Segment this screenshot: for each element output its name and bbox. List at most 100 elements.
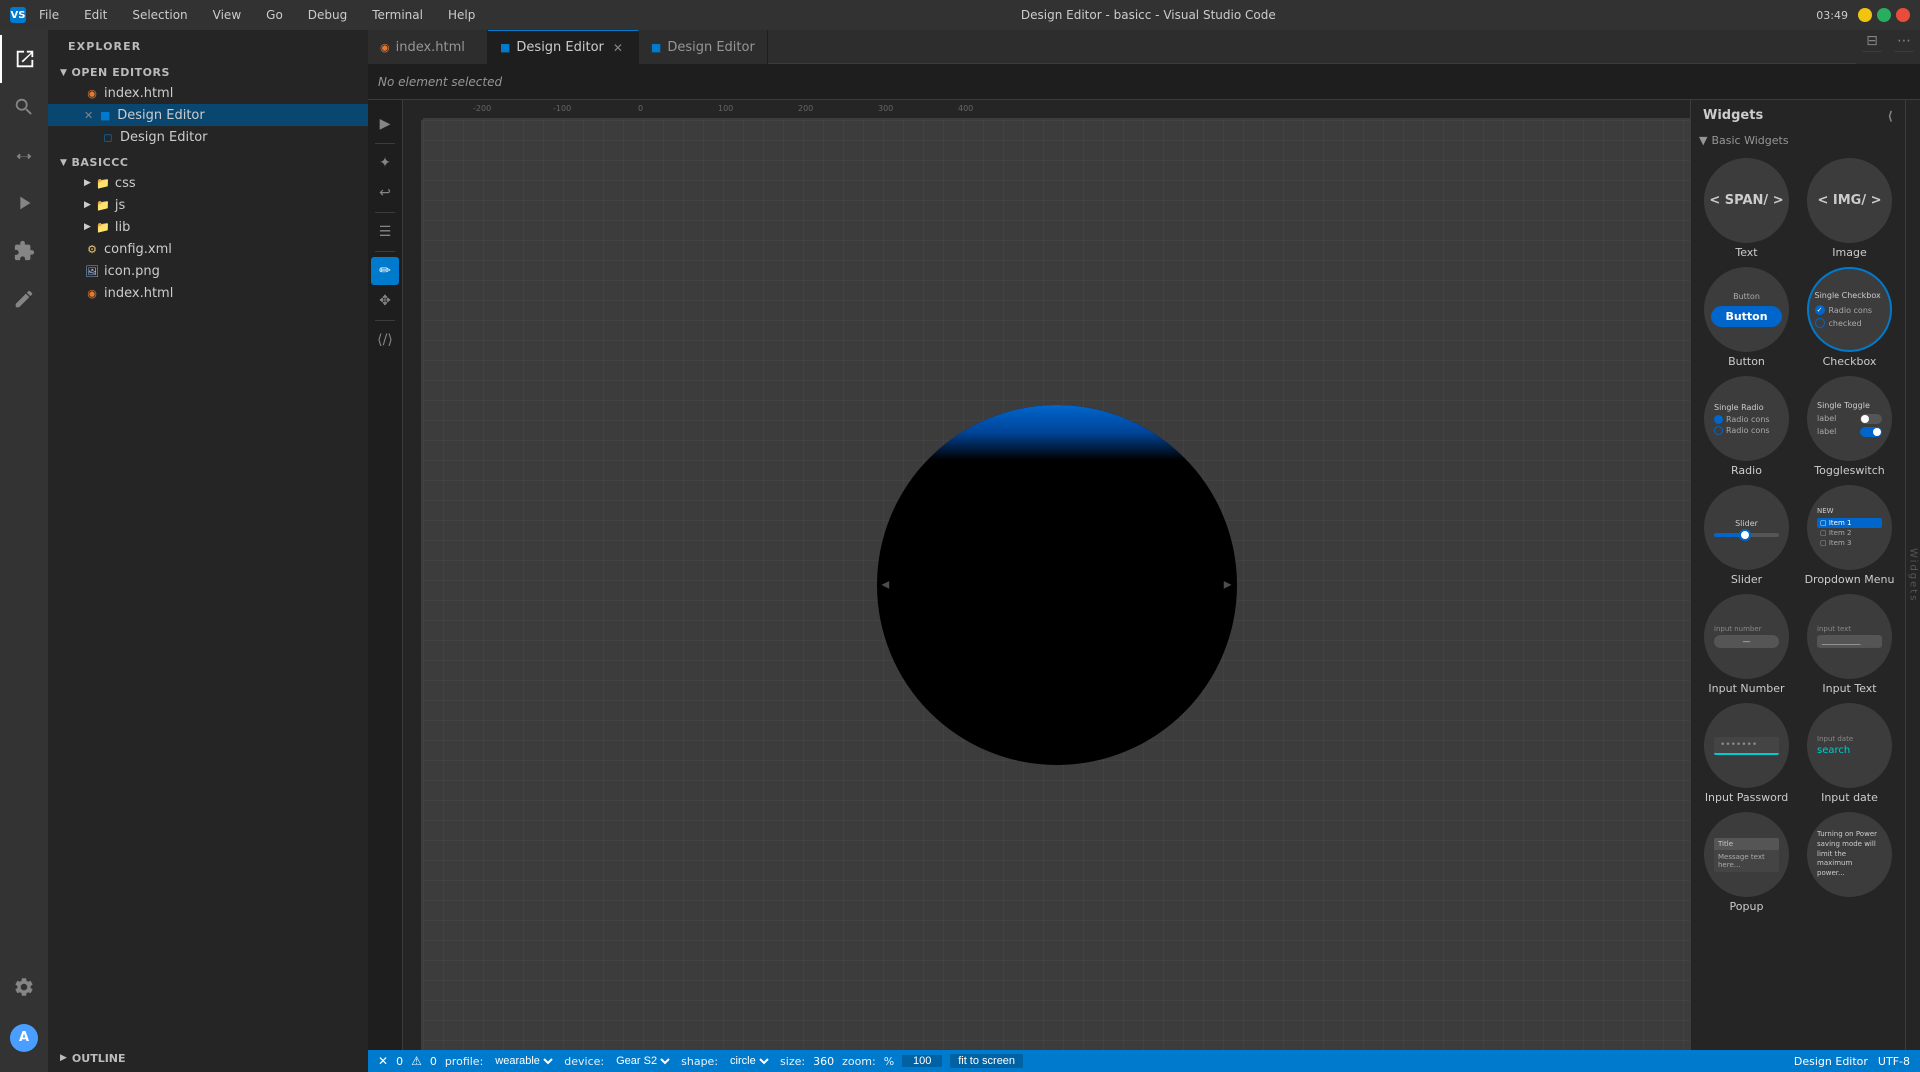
- widget-radio[interactable]: Single Radio Radio cons Radio cons: [1704, 376, 1789, 461]
- status-device-select[interactable]: Gear S2: [612, 1054, 673, 1068]
- folder-lib-label: lib: [115, 220, 130, 235]
- widget-checkbox[interactable]: Single Checkbox ✓ Radio cons checked: [1807, 267, 1892, 352]
- tab-design-icon: ■: [500, 41, 510, 54]
- menu-debug[interactable]: Debug: [303, 6, 352, 24]
- widget-image[interactable]: < IMG/ >: [1807, 158, 1892, 243]
- status-shape-select[interactable]: circle: [726, 1054, 772, 1068]
- widget-slider-label: Slider: [1731, 573, 1762, 586]
- open-editor-design-label: Design Editor: [117, 108, 205, 123]
- menu-go[interactable]: Go: [261, 6, 288, 24]
- activity-item-scm[interactable]: [0, 131, 48, 179]
- file-config[interactable]: ⚙ config.xml: [48, 238, 368, 260]
- widget-inputdate[interactable]: Input date search: [1807, 703, 1892, 788]
- status-zoom-input[interactable]: [902, 1055, 942, 1067]
- svg-text:300: 300: [878, 104, 893, 113]
- window-close[interactable]: [1896, 8, 1910, 22]
- menu-edit[interactable]: Edit: [79, 6, 112, 24]
- tool-cursor[interactable]: ✦: [371, 149, 399, 177]
- fit-screen-button[interactable]: fit to screen: [950, 1054, 1023, 1068]
- title-bar: VS File Edit Selection View Go Debug Ter…: [0, 0, 1920, 30]
- activity-item-run[interactable]: [0, 179, 48, 227]
- widget-cell-text: < SPAN/ > Text: [1699, 158, 1794, 259]
- widget-dropdown[interactable]: NEW ▢ Item 1 ▢ Item 2 ▢ Item 3: [1807, 485, 1892, 570]
- status-right-label: Design Editor: [1794, 1055, 1868, 1068]
- activity-item-design[interactable]: [0, 275, 48, 323]
- outline-section[interactable]: ▶ OUTLINE: [48, 1044, 368, 1072]
- widget-toggle-label: Toggleswitch: [1814, 464, 1885, 477]
- config-icon: ⚙: [84, 241, 100, 257]
- tool-edit[interactable]: ✏: [371, 257, 399, 285]
- menu-view[interactable]: View: [208, 6, 246, 24]
- split-editor-btn[interactable]: ⊟: [1861, 30, 1883, 52]
- tool-move[interactable]: ✥: [371, 287, 399, 315]
- widget-text-label: Text: [1735, 246, 1757, 259]
- widgets-collapse-icon[interactable]: ⟨: [1888, 109, 1893, 123]
- folder-icon: 📁: [95, 175, 111, 191]
- widget-inputtext[interactable]: input text ___________: [1807, 594, 1892, 679]
- tool-code[interactable]: ⟨/⟩: [371, 326, 399, 354]
- widget-button-label: Button: [1728, 355, 1765, 368]
- activity-item-gear[interactable]: [0, 963, 48, 1011]
- tool-run[interactable]: ▶: [371, 110, 399, 138]
- tool-widget[interactable]: ☰: [371, 218, 399, 246]
- window-maximize[interactable]: [1877, 8, 1891, 22]
- widget-cell-dropdown: NEW ▢ Item 1 ▢ Item 2 ▢ Item 3 Dropdown …: [1802, 485, 1897, 586]
- status-encoding: UTF-8: [1878, 1055, 1910, 1068]
- widget-slider[interactable]: Slider: [1704, 485, 1789, 570]
- design-canvas[interactable]: ◀ ▶: [423, 120, 1690, 1050]
- menu-help[interactable]: Help: [443, 6, 480, 24]
- project-label: BASICCC: [71, 156, 128, 169]
- status-profile-label: profile:: [445, 1055, 483, 1068]
- folder-css[interactable]: ▶ 📁 css: [48, 172, 368, 194]
- widget-popup[interactable]: Title Message text here...: [1704, 812, 1789, 897]
- widget-button[interactable]: Button Button: [1704, 267, 1789, 352]
- tool-separator3: [375, 251, 395, 252]
- file-icon-png[interactable]: 🖼 icon.png: [48, 260, 368, 282]
- warning-icon: ⚠: [411, 1054, 422, 1068]
- widget-inputnumber[interactable]: input number —: [1704, 594, 1789, 679]
- ruler-left: [403, 120, 423, 1050]
- folder-js[interactable]: ▶ 📁 js: [48, 194, 368, 216]
- widget-toggle[interactable]: Single Toggle label label: [1807, 376, 1892, 461]
- ruler-corner: [403, 100, 423, 120]
- sidebar-header: EXPLORER: [48, 30, 368, 58]
- open-editor-design-active[interactable]: ✕ ■ Design Editor: [48, 104, 368, 126]
- activity-item-extensions[interactable]: [0, 227, 48, 275]
- widget-cell-inputtext: input text ___________ Input Text: [1802, 594, 1897, 695]
- activity-item-explorer[interactable]: [0, 35, 48, 83]
- html-icon: ◉: [84, 285, 100, 301]
- menu-file[interactable]: File: [34, 6, 64, 24]
- widget-text[interactable]: < SPAN/ >: [1704, 158, 1789, 243]
- open-editor-design-child[interactable]: ◻ Design Editor: [48, 126, 368, 148]
- status-profile-select[interactable]: wearable: [491, 1054, 556, 1068]
- tool-undo[interactable]: ↩: [371, 179, 399, 207]
- tab-design-editor-2[interactable]: ■ Design Editor: [639, 30, 768, 64]
- title-time: 03:49: [1816, 9, 1848, 22]
- more-actions-btn[interactable]: ⋯: [1893, 30, 1915, 52]
- tab-index-html[interactable]: ◉ index.html: [368, 30, 488, 64]
- menu-selection[interactable]: Selection: [127, 6, 192, 24]
- widget-power[interactable]: Turning on Power saving mode will limit …: [1807, 812, 1892, 897]
- open-editor-index[interactable]: ◉ index.html: [48, 82, 368, 104]
- open-editors-arrow: ▼: [60, 68, 67, 78]
- tab-index-html-label: index.html: [396, 40, 465, 55]
- device-container: ◀ ▶: [877, 405, 1237, 765]
- window-minimize[interactable]: [1858, 8, 1872, 22]
- tab-design-editor-active[interactable]: ■ Design Editor ✕: [488, 30, 639, 64]
- widgets-edge[interactable]: Widgets: [1905, 100, 1920, 1050]
- sidebar: EXPLORER ▼ OPEN EDITORS ◉ index.html ✕ ■…: [48, 30, 368, 1072]
- open-editors-section[interactable]: ▼ OPEN EDITORS: [48, 58, 368, 82]
- menu-terminal[interactable]: Terminal: [367, 6, 428, 24]
- avatar[interactable]: A: [0, 1016, 48, 1064]
- activity-item-search[interactable]: [0, 83, 48, 131]
- widgets-header: Widgets ⟨: [1691, 100, 1905, 131]
- widget-cell-inputnumber: input number — Input Number: [1699, 594, 1794, 695]
- svg-text:200: 200: [798, 104, 813, 113]
- file-index-html[interactable]: ◉ index.html: [48, 282, 368, 304]
- device-circle: ◀ ▶: [877, 405, 1237, 765]
- widget-inputpassword[interactable]: •••••••: [1704, 703, 1789, 788]
- tab-close-icon[interactable]: ✕: [610, 40, 626, 56]
- folder-lib[interactable]: ▶ 📁 lib: [48, 216, 368, 238]
- project-section[interactable]: ▼ BASICCC: [48, 148, 368, 172]
- widget-cell-inputpassword: ••••••• Input Password: [1699, 703, 1794, 804]
